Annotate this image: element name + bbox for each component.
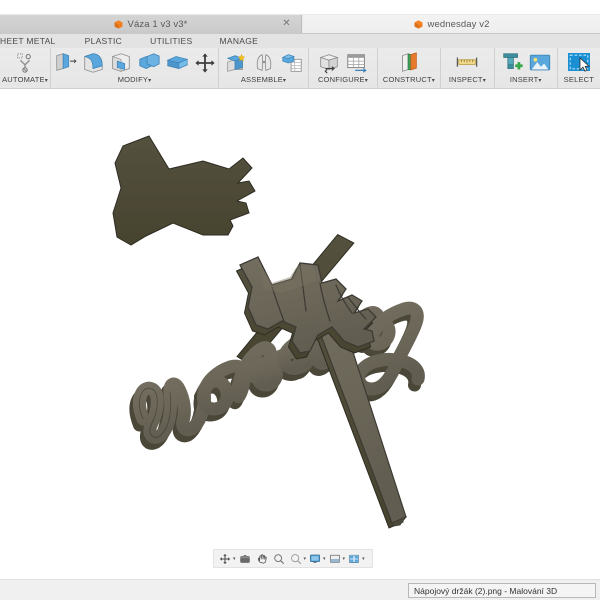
ribbon-toolbar: AUTOMATE▾ MODIFY▾ ASSEMBLE▾ CONFIGURE▾ C… (0, 48, 600, 89)
label-text: SELECT (563, 75, 595, 84)
model-geometry (112, 135, 425, 529)
chevron-down-icon[interactable]: ▾ (538, 78, 541, 84)
window-top-strip (0, 0, 600, 14)
fusion-cube-icon (414, 19, 423, 29)
close-icon[interactable]: ✕ (281, 18, 292, 29)
document-tab-label: wednesday v2 (427, 18, 490, 30)
chevron-down-icon[interactable]: ▾ (483, 78, 486, 84)
document-tab-label: Váza 1 v3 v3* (127, 18, 188, 30)
ribbon-group-inspect: INSPECT▾ (440, 48, 494, 88)
chevron-down-icon[interactable]: ▾ (233, 556, 236, 562)
offset-plane-icon[interactable] (396, 50, 422, 76)
document-tab-bar: Váza 1 v3 v3* ✕ wednesday v2 (0, 14, 600, 34)
split-face-icon[interactable] (164, 50, 190, 76)
pan-icon[interactable] (256, 550, 268, 567)
zoom-window-icon[interactable] (290, 550, 302, 567)
ribbon-group-label-configure: CONFIGURE▾ (318, 75, 368, 86)
combine-icon[interactable] (136, 50, 162, 76)
configuration-icon[interactable] (316, 50, 342, 76)
ribbon-group-label-insert: INSERT▾ (510, 75, 542, 86)
ribbon-tab-strip: HEET METAL PLASTIC UTILITIES MANAGE (0, 34, 600, 48)
viewports-icon[interactable] (348, 550, 360, 567)
fusion-360-window: Váza 1 v3 v3* ✕ wednesday v2 HEET METAL … (0, 0, 600, 600)
ribbon-group-select: SELECT (556, 48, 600, 88)
taskbar-item-paint3d[interactable]: Nápojový držák (2).png - Malování 3D (408, 583, 596, 598)
wednesday-topper-model[interactable] (0, 89, 600, 540)
document-tab-vaza[interactable]: Váza 1 v3 v3* ✕ (0, 15, 302, 33)
grid-snaps-icon[interactable] (329, 550, 341, 567)
ribbon-group-label-automate: AUTOMATE▾ (2, 75, 48, 86)
look-at-icon[interactable] (239, 550, 251, 567)
configuration-table-icon[interactable] (344, 50, 370, 76)
chevron-down-icon[interactable]: ▾ (148, 78, 151, 84)
document-tab-wednesday[interactable]: wednesday v2 (303, 15, 600, 33)
automate-hole-recognition-icon[interactable] (12, 50, 38, 76)
chevron-down-icon[interactable]: ▾ (283, 78, 286, 84)
ribbon-tab-plastic[interactable]: PLASTIC (85, 36, 123, 46)
ribbon-group-automate: AUTOMATE▾ (0, 48, 50, 88)
zoom-icon[interactable] (273, 550, 285, 567)
viewport-bottom-divider (0, 540, 600, 541)
ribbon-group-label-modify: MODIFY▾ (118, 75, 152, 86)
display-settings-icon[interactable] (309, 550, 321, 567)
ribbon-group-label-inspect: INSPECT▾ (449, 75, 486, 86)
ribbon-tab-sheet-metal[interactable]: HEET METAL (0, 36, 56, 46)
chevron-down-icon[interactable]: ▾ (323, 556, 326, 562)
ribbon-group-modify: MODIFY▾ (50, 48, 218, 88)
ribbon-group-configure: CONFIGURE▾ (308, 48, 377, 88)
chevron-down-icon[interactable]: ▾ (45, 78, 48, 84)
orbit-icon[interactable] (219, 550, 231, 567)
fillet-icon[interactable] (80, 50, 106, 76)
measure-icon[interactable] (454, 50, 480, 76)
shell-icon[interactable] (108, 50, 134, 76)
chevron-down-icon[interactable]: ▾ (304, 556, 307, 562)
label-text: AUTOMATE (2, 75, 45, 84)
ribbon-tab-utilities[interactable]: UTILITIES (150, 36, 192, 46)
label-text: CONSTRUCT (382, 75, 432, 84)
label-text: MODIFY (117, 75, 149, 84)
ribbon-group-construct: CONSTRUCT▾ (376, 48, 440, 88)
design-viewport[interactable] (0, 89, 600, 540)
label-text: ASSEMBLE (240, 75, 283, 84)
navigation-bar: ▾ ▾ ▾ ▾ ▾ (213, 549, 373, 568)
ribbon-group-insert: INSERT▾ (493, 48, 557, 88)
press-pull-icon[interactable] (52, 50, 78, 76)
label-text: INSPECT (448, 75, 483, 84)
canvas-image-icon[interactable] (527, 50, 553, 76)
joint-origin-icon[interactable] (279, 50, 305, 76)
chevron-down-icon[interactable]: ▾ (365, 78, 368, 84)
insert-derive-icon[interactable] (499, 50, 525, 76)
fusion-cube-icon (114, 19, 123, 29)
chevron-down-icon[interactable]: ▾ (432, 78, 435, 84)
joint-icon[interactable] (251, 50, 277, 76)
move-copy-icon[interactable] (192, 50, 218, 76)
label-text: CONFIGURE (317, 75, 365, 84)
ribbon-group-label-select: SELECT (564, 75, 594, 85)
new-component-icon[interactable] (223, 50, 249, 76)
ribbon-group-label-assemble: ASSEMBLE▾ (241, 75, 286, 86)
chevron-down-icon[interactable]: ▾ (362, 556, 365, 562)
chevron-down-icon[interactable]: ▾ (343, 556, 346, 562)
label-text: INSERT (509, 75, 539, 84)
ribbon-tab-manage[interactable]: MANAGE (220, 36, 259, 46)
select-window-icon[interactable] (566, 50, 592, 76)
ribbon-group-assemble: ASSEMBLE▾ (218, 48, 308, 88)
ribbon-group-label-construct: CONSTRUCT▾ (383, 75, 435, 86)
